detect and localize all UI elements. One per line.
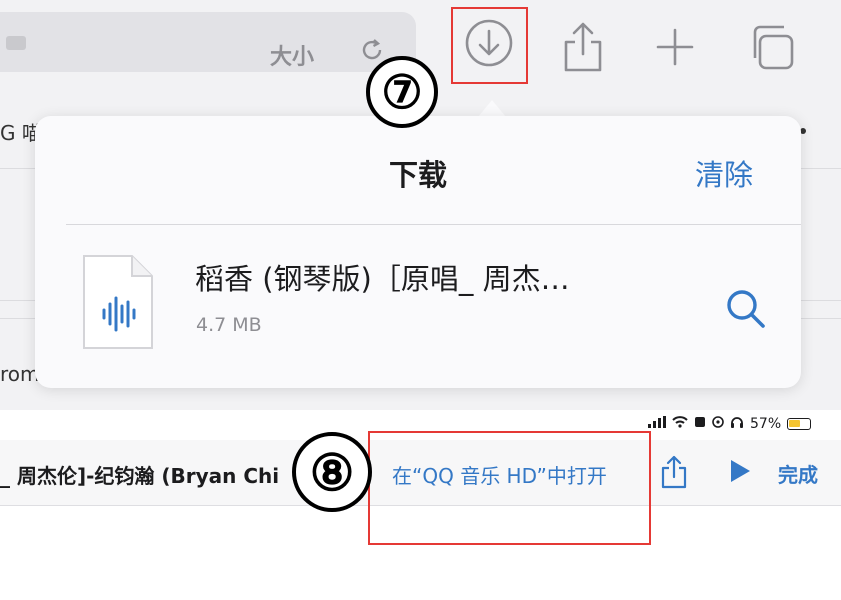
search-icon[interactable] bbox=[723, 286, 769, 336]
downloads-popover: 下载 清除 稻香 (钢琴版)［原唱_ 周杰… 4.7 MB bbox=[35, 116, 801, 388]
text-size-button[interactable]: 大小 bbox=[270, 39, 314, 71]
popover-arrow bbox=[478, 100, 506, 117]
step-8-badge: ⑧ bbox=[292, 432, 372, 512]
background-page-text-lower: rom bbox=[0, 362, 40, 386]
tabs-icon[interactable] bbox=[744, 20, 798, 78]
popover-divider bbox=[66, 224, 801, 225]
site-icon bbox=[6, 36, 26, 50]
alarm-icon bbox=[712, 416, 724, 432]
battery-icon bbox=[787, 418, 812, 430]
step-7-badge: ⑦ bbox=[366, 56, 438, 128]
play-icon[interactable] bbox=[728, 458, 752, 488]
share-icon[interactable] bbox=[560, 20, 606, 78]
address-bar[interactable]: 大小 bbox=[0, 12, 416, 72]
download-highlight-box bbox=[451, 7, 528, 84]
file-size: 4.7 MB bbox=[196, 314, 262, 336]
downloads-title: 下载 bbox=[388, 158, 447, 192]
audio-file-icon bbox=[80, 252, 156, 356]
headphones-icon bbox=[730, 416, 744, 432]
clear-button[interactable]: 清除 bbox=[695, 152, 753, 194]
file-name: 稻香 (钢琴版)［原唱_ 周杰… bbox=[195, 262, 570, 296]
new-tab-icon[interactable] bbox=[652, 20, 698, 78]
share-icon[interactable] bbox=[660, 454, 688, 494]
done-button[interactable]: 完成 bbox=[778, 459, 818, 488]
wifi-icon bbox=[672, 416, 688, 432]
battery-percent: 57% bbox=[750, 416, 782, 432]
battery-fill bbox=[789, 420, 801, 427]
status-bar: 57% bbox=[648, 416, 812, 432]
download-item[interactable]: 稻香 (钢琴版)［原唱_ 周杰… 4.7 MB bbox=[35, 226, 801, 356]
lock-rotation-icon bbox=[694, 416, 706, 432]
track-title: _ 周杰伦]-纪钧瀚 (Bryan Chi bbox=[0, 464, 280, 488]
signal-icon bbox=[648, 416, 666, 432]
open-in-highlight-box bbox=[368, 431, 651, 545]
